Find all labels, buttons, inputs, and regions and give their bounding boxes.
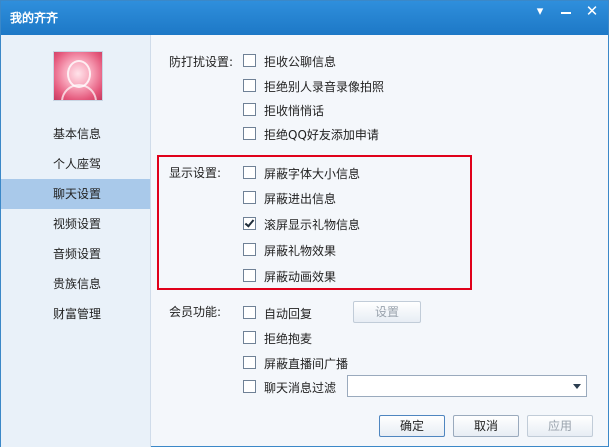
sidebar-item-car[interactable]: 个人座驾 <box>1 149 150 179</box>
block-room-broadcast-label: 屏蔽直播间广播 <box>264 357 349 371</box>
reject-whisper-checkbox[interactable] <box>243 103 256 116</box>
avatar-body <box>61 84 97 100</box>
sidebar-item-wealth-management[interactable]: 财富管理 <box>1 299 150 329</box>
close-icon[interactable]: ✕ <box>579 1 605 23</box>
reject-mic-hold-checkbox[interactable] <box>243 331 256 344</box>
block-animation-checkbox[interactable] <box>243 269 256 282</box>
auto-reply-checkbox[interactable] <box>243 306 256 319</box>
block-font-size-label: 屏蔽字体大小信息 <box>264 167 361 181</box>
anti-disturb-label: 防打扰设置: <box>169 55 234 69</box>
apply-button[interactable]: 应用 <box>527 415 593 437</box>
reject-qq-friend-label: 拒绝QQ好友添加申请 <box>264 128 379 142</box>
scroll-gift-info-label: 滚屏显示礼物信息 <box>264 218 361 232</box>
sidebar-item-basic-info[interactable]: 基本信息 <box>1 119 150 149</box>
block-enter-exit-label: 屏蔽进出信息 <box>264 192 337 206</box>
member-features-label: 会员功能: <box>169 305 222 319</box>
reject-mic-hold-label: 拒绝抱麦 <box>264 332 313 346</box>
block-room-broadcast-checkbox[interactable] <box>243 356 256 369</box>
cancel-button[interactable]: 取消 <box>453 415 519 437</box>
settings-dialog: 我的齐齐 ▾ ✕ 基本信息 个人座驾 聊天设置 视频设置 音频设置 贵族信息 财… <box>0 0 609 447</box>
sidebar: 基本信息 个人座驾 聊天设置 视频设置 音频设置 贵族信息 财富管理 <box>1 35 151 447</box>
auto-reply-label: 自动回复 <box>264 307 313 321</box>
chat-filter-select[interactable] <box>347 375 587 397</box>
sidebar-item-noble-info[interactable]: 贵族信息 <box>1 269 150 299</box>
chevron-down-icon[interactable] <box>573 384 581 389</box>
block-enter-exit-checkbox[interactable] <box>243 191 256 204</box>
block-animation-label: 屏蔽动画效果 <box>264 270 337 284</box>
block-font-size-checkbox[interactable] <box>243 166 256 179</box>
minimize-icon[interactable] <box>553 1 579 23</box>
settings-dropdown-icon[interactable]: ▾ <box>527 2 553 24</box>
chat-filter-label: 聊天消息过滤 <box>264 381 337 395</box>
display-settings-label: 显示设置: <box>169 166 222 180</box>
reject-recording-checkbox[interactable] <box>243 79 256 92</box>
sidebar-item-chat-settings[interactable]: 聊天设置 <box>1 179 150 209</box>
reject-public-chat-checkbox[interactable] <box>243 54 256 67</box>
auto-reply-settings-button[interactable]: 设置 <box>353 301 421 323</box>
block-gift-effect-label: 屏蔽礼物效果 <box>264 244 337 258</box>
chat-filter-checkbox[interactable] <box>243 380 256 393</box>
window-title: 我的齐齐 <box>10 11 59 25</box>
block-gift-effect-checkbox[interactable] <box>243 243 256 256</box>
avatar[interactable] <box>53 51 103 101</box>
ok-button[interactable]: 确定 <box>379 415 445 437</box>
reject-qq-friend-checkbox[interactable] <box>243 127 256 140</box>
title-bar[interactable]: 我的齐齐 ▾ ✕ <box>1 1 608 35</box>
sidebar-item-audio-settings[interactable]: 音频设置 <box>1 239 150 269</box>
scroll-gift-info-checkbox[interactable] <box>243 217 256 230</box>
sidebar-item-video-settings[interactable]: 视频设置 <box>1 209 150 239</box>
reject-public-chat-label: 拒收公聊信息 <box>264 55 337 69</box>
checkmark-icon <box>244 217 255 228</box>
reject-recording-label: 拒绝别人录音录像拍照 <box>264 80 385 94</box>
reject-whisper-label: 拒收悄悄话 <box>264 104 325 118</box>
